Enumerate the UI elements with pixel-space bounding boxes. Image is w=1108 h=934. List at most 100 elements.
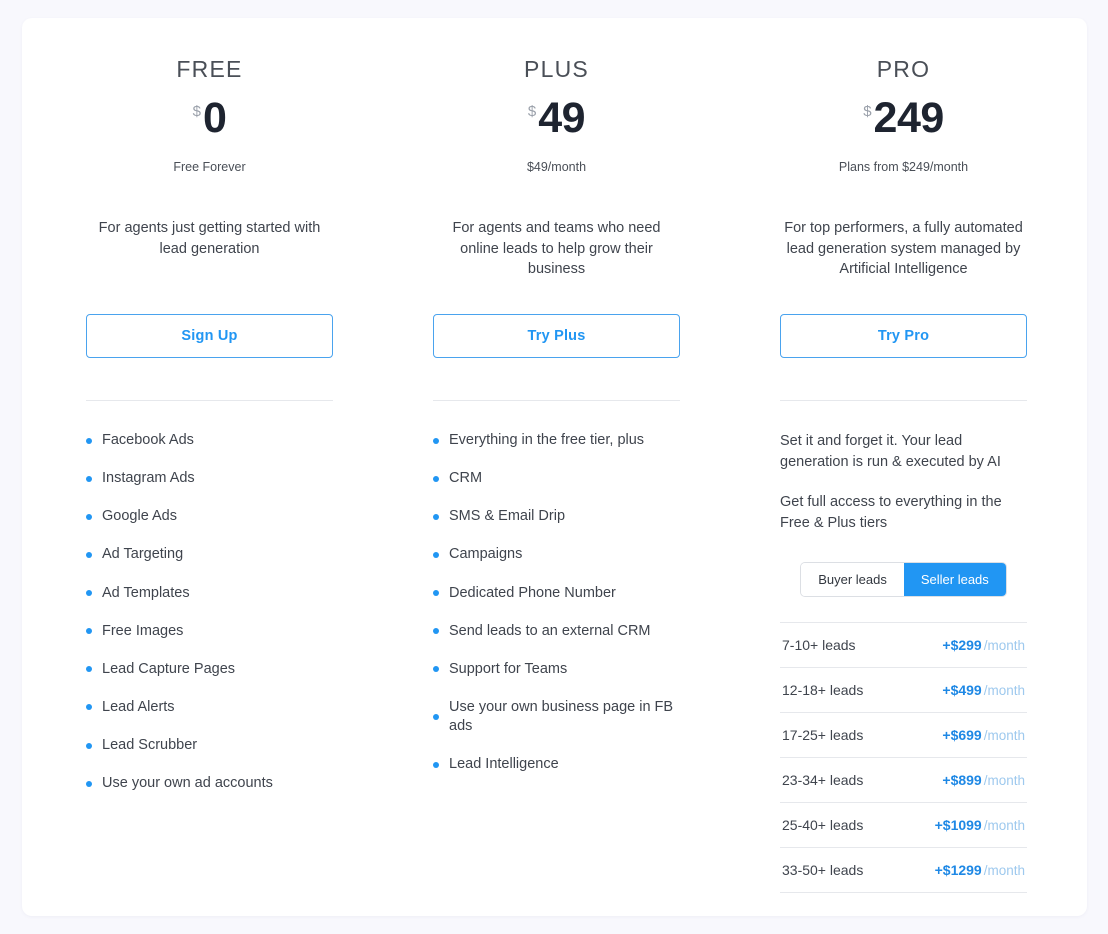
feature-label: Use your own business page in FB ads — [449, 698, 674, 734]
lead-range-cell: 23-34+ leads — [782, 772, 864, 789]
lead-range-cell: 7-10+ leads — [782, 637, 856, 654]
feature-label: Everything in the free tier, plus — [449, 432, 645, 448]
plan-description-pro: For top performers, a fully automated le… — [784, 220, 1023, 278]
feature-label: Lead Capture Pages — [102, 660, 236, 677]
lead-range-cell: 33-50+ leads — [782, 862, 864, 879]
feature-divider-free — [86, 400, 333, 401]
list-item: Use your own business page in FB ads — [433, 698, 680, 736]
bullet-icon — [433, 761, 439, 768]
pro-blurb-ai: Set it and forget it. Your lead generati… — [780, 433, 1001, 470]
list-item: Google Ads — [86, 507, 333, 526]
feature-divider-pro — [780, 400, 1027, 401]
plan-description-plus: For agents and teams who need online lea… — [452, 220, 661, 278]
bullet-icon — [433, 714, 439, 720]
table-row: 25-40+ leads +$1099/month — [780, 803, 1027, 848]
feature-label: Lead Alerts — [102, 698, 175, 715]
currency-symbol: $ — [527, 102, 537, 120]
price-note-free: Free Forever — [173, 160, 246, 174]
feature-label: Google Ads — [102, 508, 177, 525]
feature-label: Dedicated Phone Number — [449, 584, 616, 601]
list-item: Use your own ad accounts — [86, 774, 333, 793]
price-amount: 0 — [202, 94, 227, 142]
list-item: Lead Capture Pages — [86, 660, 333, 679]
feature-label: Campaigns — [449, 546, 523, 563]
lead-price-cell: +$699/month — [897, 713, 1027, 758]
feature-label: Use your own ad accounts — [102, 775, 273, 792]
bullet-icon — [86, 437, 92, 444]
plan-name-free: FREE — [176, 56, 243, 82]
lead-price-cell: +$299/month — [897, 623, 1027, 668]
list-item: Support for Teams — [433, 660, 680, 679]
feature-label: Ad Templates — [102, 584, 190, 601]
feature-label: Facebook Ads — [102, 432, 194, 448]
lead-period: /month — [983, 863, 1025, 879]
lead-period: /month — [983, 728, 1025, 744]
feature-label: Instagram Ads — [102, 470, 195, 487]
feature-label: Ad Targeting — [102, 546, 184, 563]
list-item: Ad Templates — [86, 584, 333, 603]
list-item: SMS & Email Drip — [433, 507, 680, 526]
lead-price-cell: +$1099/month — [897, 803, 1027, 848]
lead-period: /month — [983, 683, 1025, 699]
plan-name-plus: PLUS — [524, 56, 589, 82]
list-item: Facebook Ads — [86, 431, 333, 450]
feature-divider-plus — [433, 400, 680, 401]
bullet-icon — [86, 704, 92, 711]
pro-blurb-access: Get full access to everything in the Fre… — [780, 494, 1002, 531]
bullet-icon — [86, 780, 92, 787]
feature-label: Lead Scrubber — [102, 737, 198, 753]
feature-list-plus: Everything in the free tier, plus CRM SM… — [433, 431, 680, 774]
plan-column-plus: PLUS $49 $49/month For agents and teams … — [381, 18, 732, 916]
price-amount: 249 — [873, 94, 945, 142]
feature-label: Support for Teams — [449, 660, 568, 677]
bullet-icon — [86, 666, 92, 673]
bullet-icon — [433, 666, 439, 673]
feature-label: Free Images — [102, 622, 184, 639]
bullet-icon — [433, 628, 439, 635]
feature-label: Lead Intelligence — [449, 756, 559, 773]
lead-price-cell: +$899/month — [897, 758, 1027, 803]
lead-price: +$1099 — [934, 817, 982, 834]
list-item: Instagram Ads — [86, 469, 333, 488]
feature-list-free: Facebook Ads Instagram Ads Google Ads Ad… — [86, 431, 333, 793]
list-item: Campaigns — [433, 545, 680, 564]
lead-price: +$299 — [942, 637, 982, 654]
lead-price: +$499 — [942, 682, 982, 699]
pricing-card: FREE $0 Free Forever For agents just get… — [22, 18, 1087, 916]
plan-price-plus: $49 — [433, 97, 680, 140]
signup-button[interactable]: Sign Up — [86, 314, 333, 358]
lead-period: /month — [983, 773, 1025, 789]
bullet-icon — [86, 475, 92, 482]
try-pro-button[interactable]: Try Pro — [780, 314, 1027, 358]
feature-label: CRM — [449, 470, 483, 487]
lead-range-cell: 12-18+ leads — [782, 682, 864, 699]
bullet-icon — [86, 551, 92, 558]
currency-symbol: $ — [192, 102, 201, 120]
try-plus-button[interactable]: Try Plus — [433, 314, 680, 358]
list-item: Lead Scrubber — [86, 736, 333, 755]
table-row: 33-50+ leads +$1299/month — [780, 848, 1027, 893]
toggle-group: Buyer leads Seller leads — [801, 563, 1006, 597]
lead-range-cell: 17-25+ leads — [782, 727, 864, 744]
list-item: Lead Alerts — [86, 698, 333, 717]
lead-price: +$1299 — [934, 862, 982, 879]
bullet-icon — [86, 590, 92, 597]
plan-column-free: FREE $0 Free Forever For agents just get… — [22, 18, 381, 916]
pricing-plans-row: FREE $0 Free Forever For agents just get… — [22, 18, 1087, 916]
currency-symbol: $ — [863, 102, 872, 120]
toggle-seller-leads[interactable]: Seller leads — [903, 563, 1006, 597]
lead-price-cell: +$499/month — [897, 668, 1027, 713]
list-item: Lead Intelligence — [433, 755, 680, 774]
lead-period: /month — [983, 638, 1025, 654]
feature-label: Send leads to an external CRM — [449, 622, 651, 639]
plan-column-pro: PRO $249 Plans from $249/month For top p… — [732, 18, 1087, 916]
bullet-icon — [433, 513, 439, 520]
bullet-icon — [86, 742, 92, 749]
list-item: CRM — [433, 469, 680, 488]
lead-price-cell: +$1299/month — [897, 848, 1027, 893]
bullet-icon — [433, 551, 439, 558]
toggle-buyer-leads[interactable]: Buyer leads — [801, 563, 904, 597]
price-amount: 49 — [538, 94, 586, 142]
lead-pricing-table: 7-10+ leads +$299/month 12-18+ leads +$4… — [780, 622, 1027, 893]
list-item: Dedicated Phone Number — [433, 584, 680, 603]
